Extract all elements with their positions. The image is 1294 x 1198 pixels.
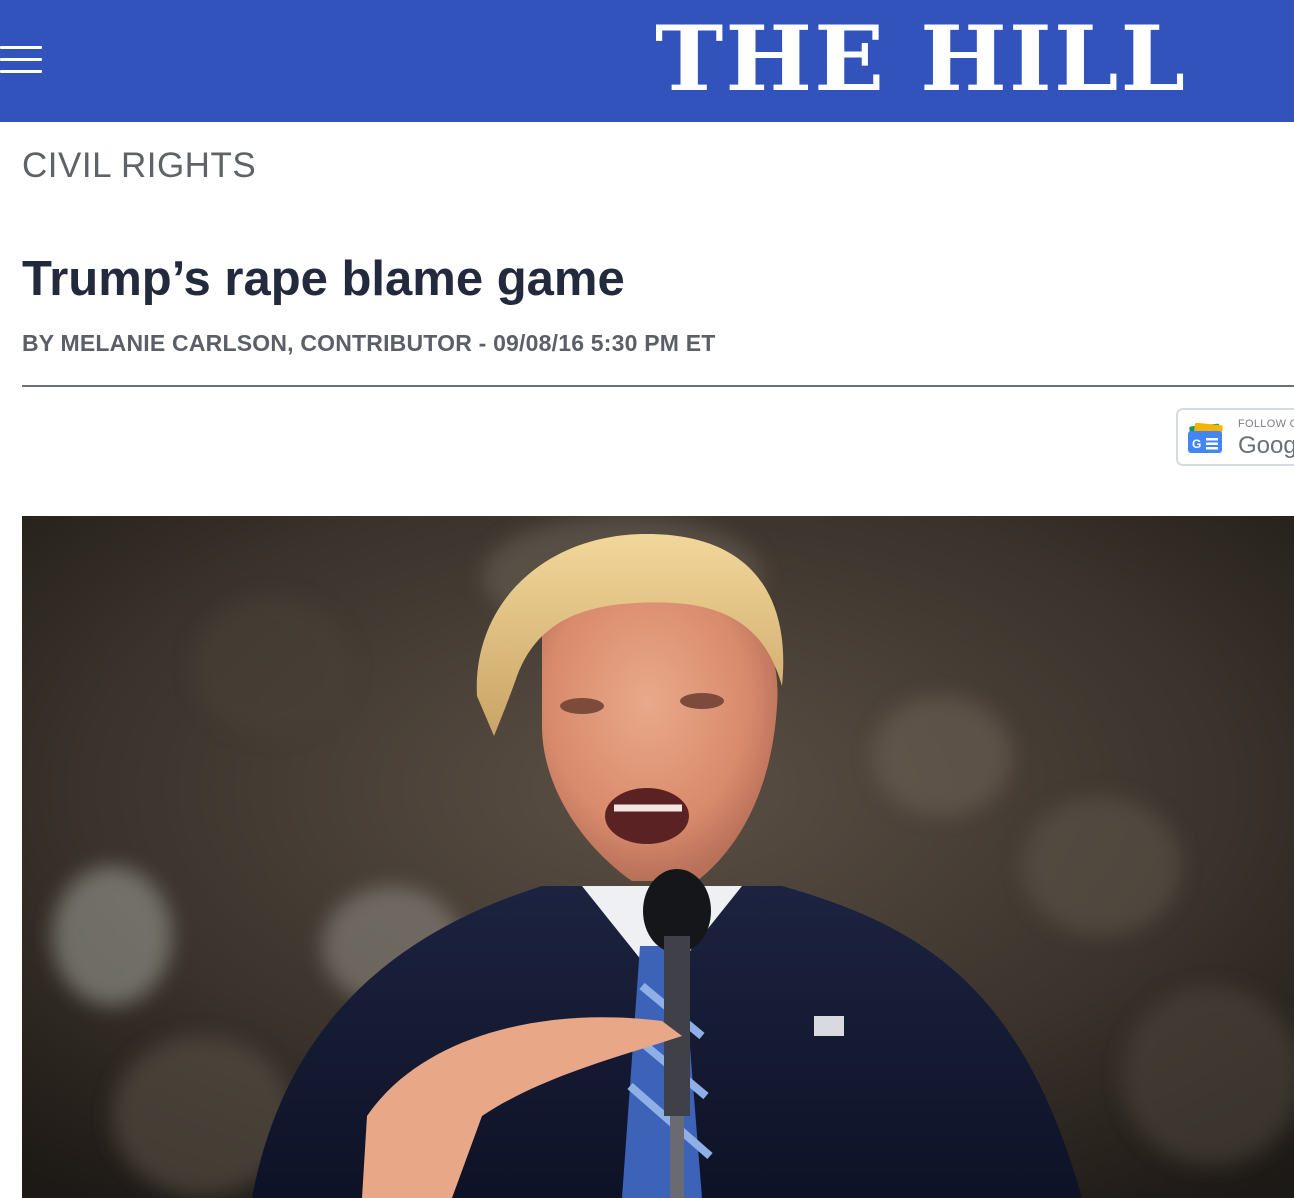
article-headline: Trump’s rape blame game — [22, 252, 625, 306]
site-header: THE HILL — [0, 0, 1294, 122]
follow-label: FOLLOW O — [1238, 418, 1294, 430]
google-news-icon: G — [1188, 423, 1223, 453]
hamburger-menu-icon[interactable] — [0, 44, 44, 76]
site-logo[interactable]: THE HILL — [655, 4, 1236, 114]
divider — [22, 385, 1294, 387]
hero-image — [22, 516, 1294, 1198]
svg-text:G: G — [1192, 437, 1201, 451]
article-byline: BY MELANIE CARLSON, CONTRIBUTOR - 09/08/… — [22, 330, 716, 356]
google-label: Goog — [1238, 432, 1294, 459]
section-label[interactable]: CIVIL RIGHTS — [22, 146, 256, 186]
hero-photo — [22, 516, 1294, 1198]
follow-google-news-button[interactable]: G FOLLOW O Goog — [1176, 408, 1294, 466]
